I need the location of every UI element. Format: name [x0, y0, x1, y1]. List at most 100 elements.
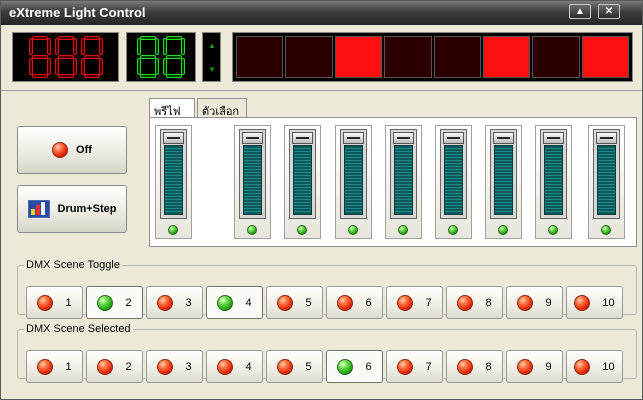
drum-step-label: Drum+Step — [57, 203, 117, 215]
scene-selected-button-3[interactable]: 3 — [146, 350, 203, 383]
segment-b — [46, 38, 51, 55]
fader-knob[interactable] — [292, 132, 313, 144]
segment-b — [155, 38, 159, 55]
red-digit-display — [12, 32, 119, 82]
scene-led-icon — [97, 294, 114, 311]
scene-toggle-button-7[interactable]: 7 — [386, 286, 443, 319]
off-button-label: Off — [76, 144, 92, 156]
scene-toggle-button-5[interactable]: 5 — [266, 286, 323, 319]
scene-toggle-button-2[interactable]: 2 — [86, 286, 143, 319]
fader-track — [490, 129, 517, 219]
off-button[interactable]: Off — [17, 126, 127, 174]
close-button[interactable]: ✕ — [598, 4, 620, 19]
scene-led-icon — [397, 358, 414, 375]
scene-toggle-label: 9 — [545, 296, 552, 309]
scene-toggle-button-4[interactable]: 4 — [206, 286, 263, 319]
fader-channel-5[interactable] — [385, 125, 422, 239]
fader-knob[interactable] — [163, 132, 184, 144]
segment-c — [155, 58, 159, 75]
scene-led-icon — [457, 358, 474, 375]
scene-toggle-label: 7 — [425, 296, 432, 309]
tab-options[interactable]: ตัวเลือก — [197, 98, 247, 118]
scene-selected-label: 7 — [425, 360, 432, 373]
fader-knob[interactable] — [596, 132, 617, 144]
scene-selected-button-2[interactable]: 2 — [86, 350, 143, 383]
segment-c — [98, 58, 103, 75]
segment-g — [57, 55, 74, 59]
scene-toggle-button-9[interactable]: 9 — [506, 286, 563, 319]
fader-knob[interactable] — [443, 132, 464, 144]
fader-knob[interactable] — [393, 132, 414, 144]
segment-a — [166, 36, 182, 40]
segment-a — [57, 36, 74, 40]
segment-f — [163, 38, 167, 55]
segment-g — [166, 55, 182, 59]
spin-down-icon[interactable]: ▼ — [208, 65, 216, 74]
segment-e — [80, 58, 85, 75]
fader-track — [390, 129, 417, 219]
scene-selected-button-6[interactable]: 6 — [326, 350, 383, 383]
fader-level-bar — [243, 145, 262, 215]
fader-channel-1[interactable] — [155, 125, 192, 239]
title-bar[interactable]: eXtreme Light Control ▲ ✕ — [1, 1, 642, 25]
scene-toggle-button-3[interactable]: 3 — [146, 286, 203, 319]
segment-f — [80, 38, 85, 55]
scene-led-icon — [37, 294, 54, 311]
minimize-button[interactable]: ▲ — [569, 4, 591, 19]
scene-selected-button-5[interactable]: 5 — [266, 350, 323, 383]
fader-panel — [149, 117, 637, 247]
segment-c — [46, 58, 51, 75]
fader-knob[interactable] — [242, 132, 263, 144]
lamp-3 — [334, 36, 383, 78]
drum-step-button[interactable]: Drum+Step — [17, 185, 127, 233]
spin-up-icon[interactable]: ▲ — [208, 41, 216, 50]
value-spinner[interactable]: ▲ ▼ — [202, 32, 221, 82]
scene-selected-label: 1 — [65, 360, 72, 373]
fader-led-icon — [398, 225, 408, 235]
scene-toggle-button-1[interactable]: 1 — [26, 286, 83, 319]
fader-channel-8[interactable] — [535, 125, 572, 239]
tab-prefire[interactable]: พรีไฟ — [149, 98, 195, 119]
scene-led-icon — [517, 294, 534, 311]
lamp-1 — [236, 36, 284, 78]
scene-toggle-label: 10 — [602, 296, 615, 309]
fader-knob[interactable] — [543, 132, 564, 144]
digit-1 — [137, 36, 159, 78]
fader-knob[interactable] — [493, 132, 514, 144]
segment-f — [54, 38, 59, 55]
fader-channel-7[interactable] — [485, 125, 522, 239]
scene-led-icon — [277, 294, 294, 311]
scene-selected-button-4[interactable]: 4 — [206, 350, 263, 383]
scene-toggle-button-8[interactable]: 8 — [446, 286, 503, 319]
fader-level-bar — [597, 145, 616, 215]
fader-knob[interactable] — [343, 132, 364, 144]
scene-toggle-button-10[interactable]: 10 — [566, 286, 623, 319]
fader-level-bar — [164, 145, 183, 215]
segment-b — [72, 38, 77, 55]
scene-led-icon — [337, 294, 354, 311]
fader-track — [540, 129, 567, 219]
fader-channel-6[interactable] — [435, 125, 472, 239]
segment-d — [31, 74, 48, 78]
scene-toggle-button-6[interactable]: 6 — [326, 286, 383, 319]
scene-selected-button-10[interactable]: 10 — [566, 350, 623, 383]
segment-g — [83, 55, 100, 59]
fader-level-bar — [344, 145, 363, 215]
fader-channel-3[interactable] — [284, 125, 321, 239]
fader-level-bar — [494, 145, 513, 215]
fader-track — [160, 129, 187, 219]
scene-selected-button-7[interactable]: 7 — [386, 350, 443, 383]
scene-toggle-label: 6 — [365, 296, 372, 309]
segment-f — [137, 38, 141, 55]
scene-led-icon — [37, 358, 54, 375]
scene-selected-button-9[interactable]: 9 — [506, 350, 563, 383]
fader-led-icon — [348, 225, 358, 235]
scene-selected-button-1[interactable]: 1 — [26, 350, 83, 383]
scene-led-icon — [97, 358, 114, 375]
status-led-icon — [52, 142, 69, 158]
fader-channel-2[interactable] — [234, 125, 271, 239]
fader-channel-9[interactable] — [588, 125, 625, 239]
fader-channel-4[interactable] — [335, 125, 372, 239]
scene-selected-button-8[interactable]: 8 — [446, 350, 503, 383]
scene-led-icon — [217, 294, 234, 311]
